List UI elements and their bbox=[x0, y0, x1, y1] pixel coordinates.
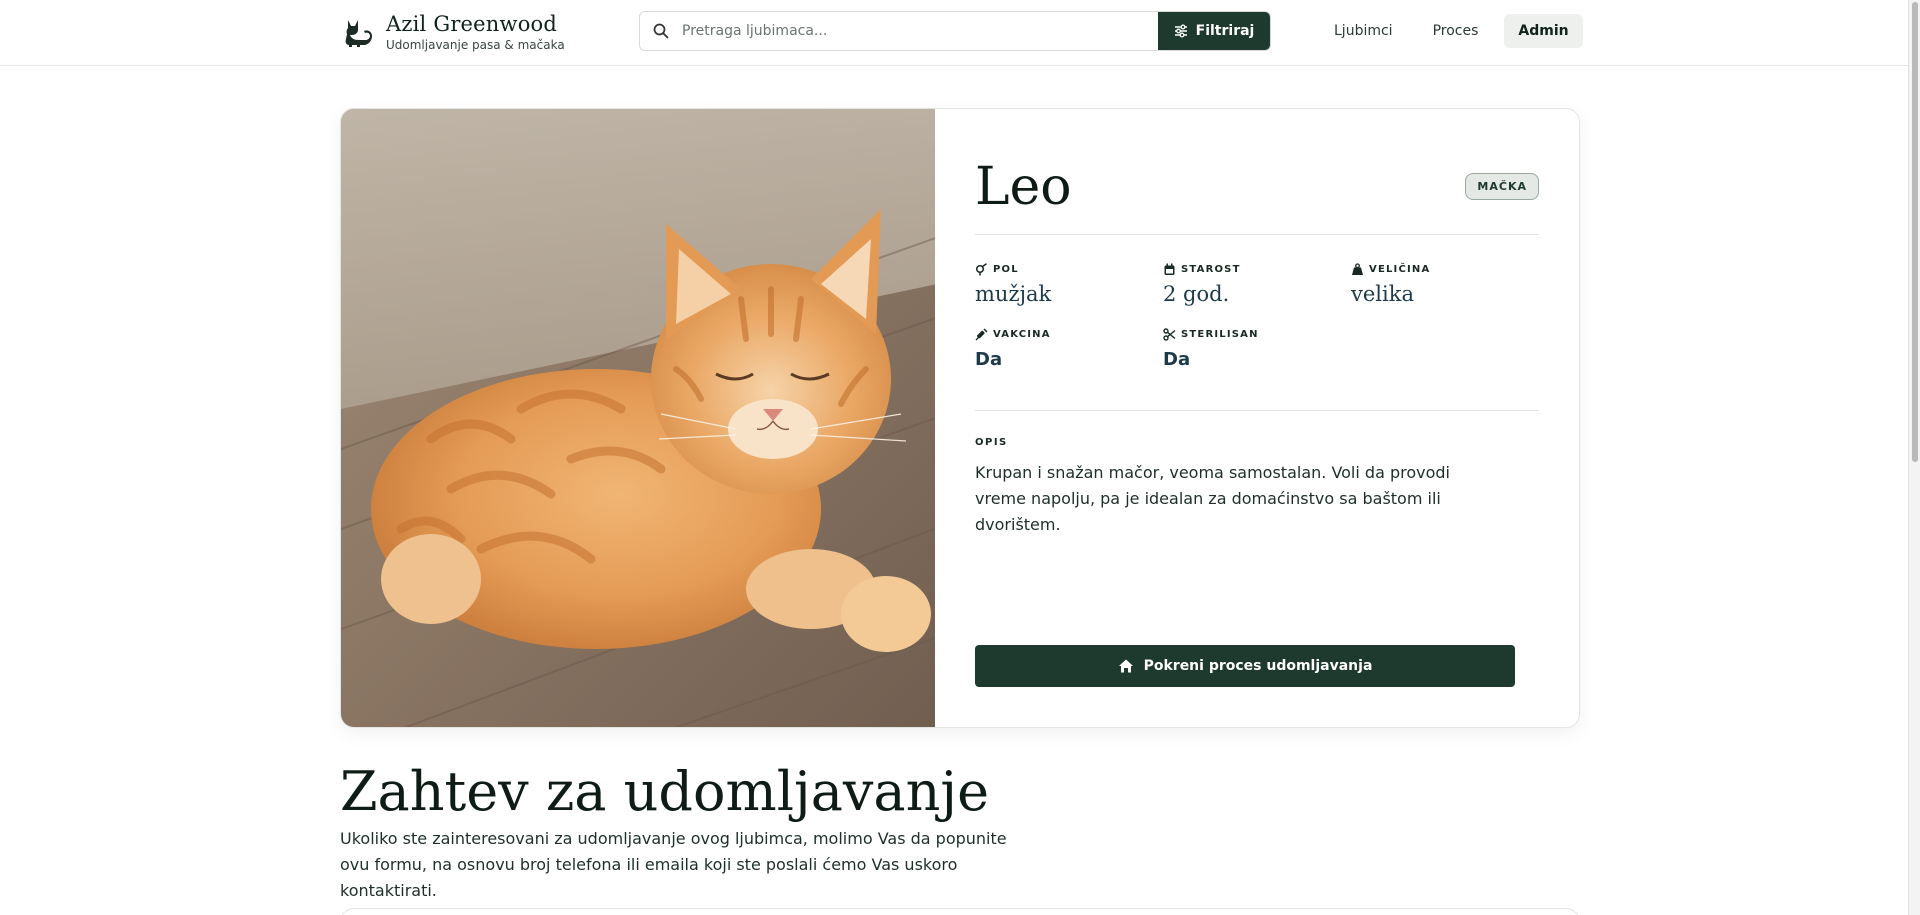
nav-link-admin[interactable]: Admin bbox=[1504, 14, 1583, 48]
filter-label: Filtriraj bbox=[1195, 23, 1255, 39]
pet-info: Leo MAČKA POL mužjak STAROST 2 god. VELI… bbox=[935, 109, 1579, 727]
attr-starost-value: 2 god. bbox=[1163, 282, 1230, 306]
attr-sterilisan-value: Da bbox=[1163, 349, 1191, 370]
top-header: Azil Greenwood Udomljavanje pasa & mačak… bbox=[0, 0, 1908, 66]
attr-vakcina-value: Da bbox=[975, 349, 1003, 370]
main-nav: Ljubimci Proces Admin bbox=[1320, 13, 1583, 49]
nav-link-ljubimci[interactable]: Ljubimci bbox=[1320, 14, 1407, 48]
filter-button[interactable]: Filtriraj bbox=[1158, 12, 1270, 50]
attr-sterilisan: STERILISAN Da bbox=[1163, 328, 1351, 370]
scrollbar-thumb[interactable] bbox=[1912, 2, 1918, 462]
weight-icon bbox=[1352, 263, 1363, 275]
species-badge: MAČKA bbox=[1465, 173, 1539, 200]
search-input[interactable] bbox=[682, 12, 1158, 50]
start-adoption-button[interactable]: Pokreni proces udomljavanja bbox=[975, 645, 1515, 687]
gender-icon bbox=[975, 263, 987, 276]
pet-detail-card: Leo MAČKA POL mužjak STAROST 2 god. VELI… bbox=[340, 108, 1580, 728]
brand[interactable]: Azil Greenwood Udomljavanje pasa & mačak… bbox=[340, 10, 565, 54]
calendar-icon bbox=[1164, 263, 1175, 275]
syringe-icon bbox=[975, 328, 988, 341]
pet-description: Krupan i snažan mačor, veoma samostalan.… bbox=[975, 463, 1450, 534]
home-icon bbox=[1118, 659, 1133, 673]
request-form-container bbox=[340, 908, 1580, 915]
pet-photo bbox=[341, 109, 935, 727]
cat-logo-icon bbox=[345, 20, 372, 47]
attr-velicina: VELIČINA velika bbox=[1351, 263, 1539, 306]
request-title: Zahtev za udomljavanje bbox=[340, 760, 990, 823]
pet-attributes: POL mužjak STAROST 2 god. VELIČINA velik… bbox=[975, 235, 1539, 411]
attr-vakcina-label: VAKCINA bbox=[993, 329, 1051, 340]
brand-title: Azil Greenwood bbox=[386, 11, 558, 36]
pet-name-row: Leo MAČKA bbox=[975, 139, 1539, 235]
page-scrollbar[interactable] bbox=[1908, 0, 1920, 915]
search-icon bbox=[640, 12, 682, 50]
search-bar: Filtriraj bbox=[639, 11, 1271, 51]
orange-tabby-cat-photo bbox=[341, 109, 935, 727]
description-label: OPIS bbox=[975, 437, 1008, 448]
request-intro: Ukoliko ste zainteresovani za udomljavan… bbox=[340, 829, 1007, 900]
attr-starost-label: STAROST bbox=[1181, 264, 1241, 275]
attr-velicina-value: velika bbox=[1351, 282, 1414, 306]
scissors-icon bbox=[1163, 328, 1176, 341]
brand-subtitle: Udomljavanje pasa & mačaka bbox=[386, 37, 565, 52]
attr-vakcina: VAKCINA Da bbox=[975, 328, 1163, 370]
start-adoption-label: Pokreni proces udomljavanja bbox=[1143, 658, 1373, 674]
sliders-icon bbox=[1174, 24, 1187, 38]
nav-link-proces[interactable]: Proces bbox=[1419, 14, 1493, 48]
attr-pol: POL mužjak bbox=[975, 263, 1163, 306]
attr-sterilisan-label: STERILISAN bbox=[1181, 329, 1259, 340]
pet-name: Leo bbox=[975, 156, 1072, 217]
attr-pol-value: mužjak bbox=[975, 282, 1052, 306]
attr-velicina-label: VELIČINA bbox=[1369, 264, 1431, 275]
attr-starost: STAROST 2 god. bbox=[1163, 263, 1351, 306]
attr-pol-label: POL bbox=[993, 264, 1019, 275]
